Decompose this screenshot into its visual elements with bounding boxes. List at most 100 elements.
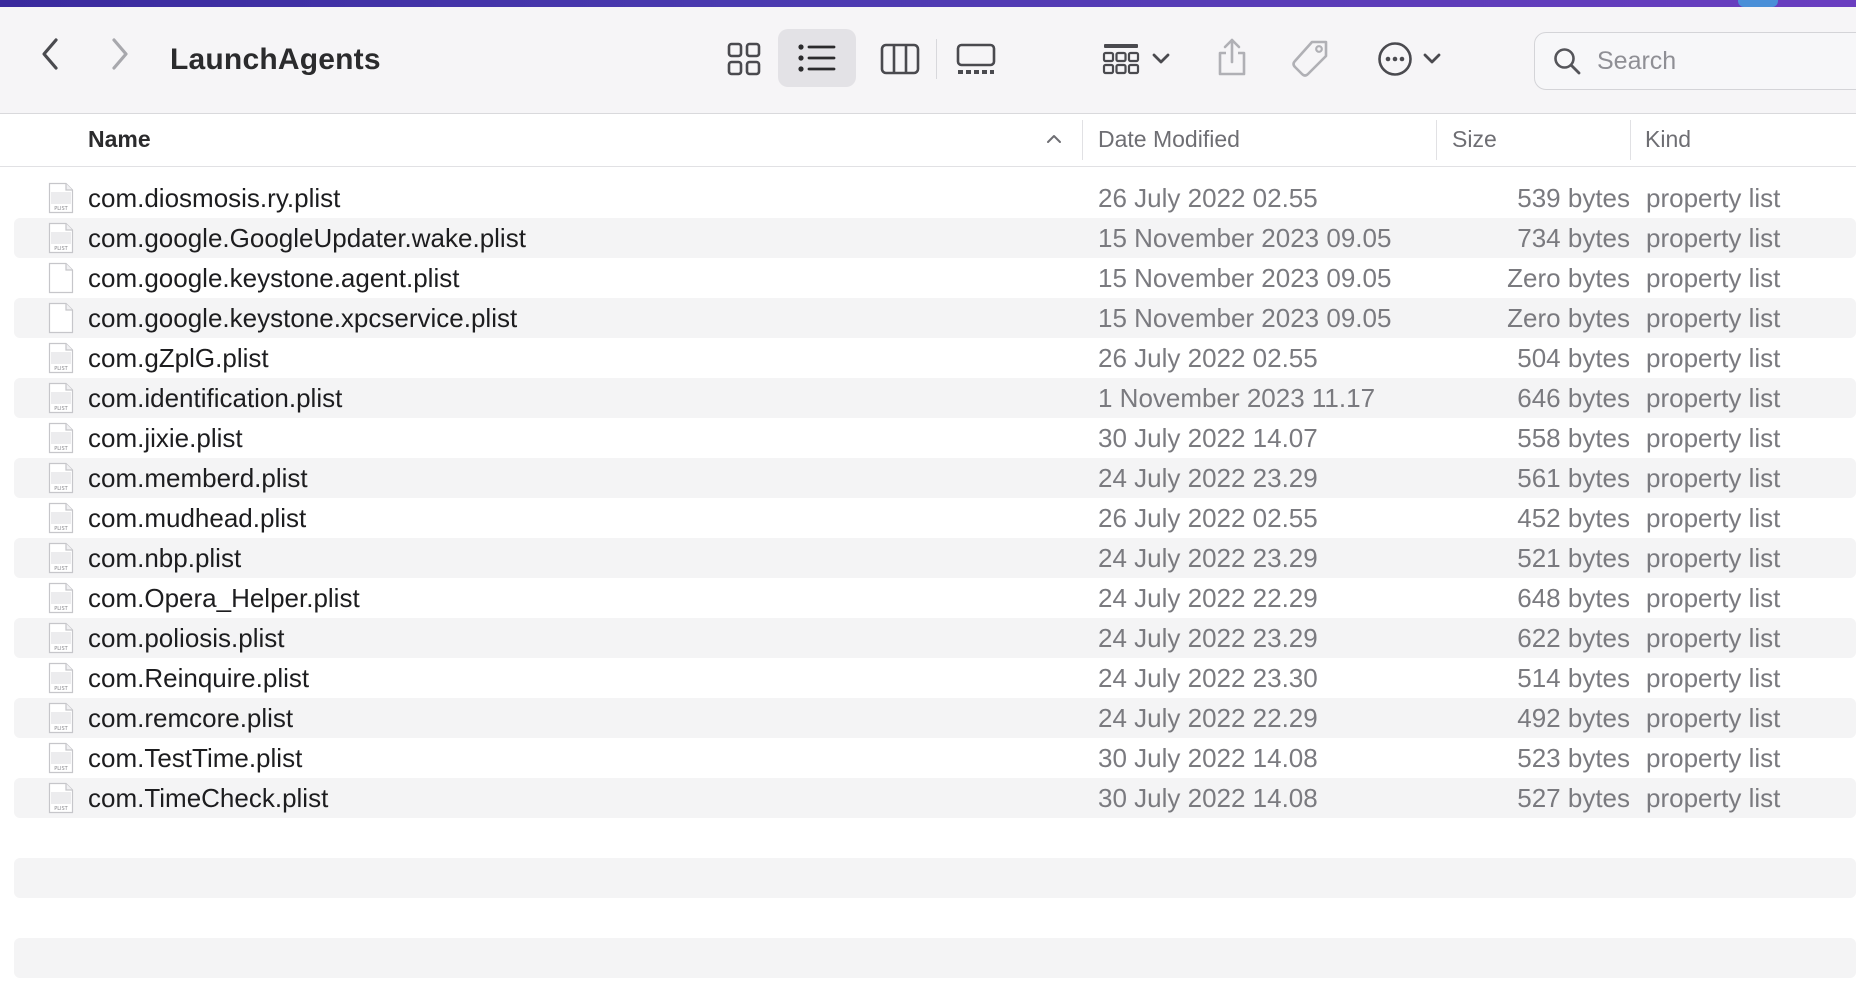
plist-file-icon: PLIST [48, 782, 74, 814]
plist-file-icon: PLIST [48, 702, 74, 734]
file-size: 622 bytes [1517, 623, 1630, 653]
file-row[interactable]: PLIST com.TimeCheck.plist 30 July 2022 14.… [14, 778, 1856, 818]
file-row[interactable]: PLIST com.remcore.plist 24 July 2022 22.29… [14, 698, 1856, 738]
column-date-header[interactable]: Date Modified [1098, 126, 1240, 153]
file-kind: property list [1646, 583, 1781, 613]
file-name: com.google.GoogleUpdater.wake.plist [88, 223, 526, 253]
file-date-modified: 15 November 2023 09.05 [1098, 223, 1392, 253]
forward-button[interactable] [100, 34, 140, 74]
sort-ascending-icon[interactable] [1046, 134, 1062, 144]
plist-file-icon: PLIST [48, 542, 74, 574]
file-row[interactable]: PLIST com.jixie.plist 30 July 2022 14.07 55… [14, 418, 1856, 458]
toolbar-separator [936, 39, 937, 79]
file-name: com.Reinquire.plist [88, 663, 310, 693]
share-icon [1218, 38, 1246, 76]
column-size-header[interactable]: Size [1452, 126, 1497, 153]
column-name-header[interactable]: Name [88, 126, 151, 153]
file-date-modified: 24 July 2022 22.29 [1098, 583, 1318, 613]
plist-file-icon: PLIST [48, 222, 74, 254]
svg-text:PLIST: PLIST [54, 446, 68, 452]
file-size: 514 bytes [1517, 663, 1630, 693]
file-name: com.diosmosis.ry.plist [88, 183, 341, 213]
more-actions-button[interactable] [1374, 31, 1444, 87]
back-button[interactable] [30, 34, 70, 74]
file-row[interactable]: PLIST com.gZplG.plist 26 July 2022 02.55 50… [14, 338, 1856, 378]
share-button[interactable] [1210, 29, 1254, 85]
file-row[interactable]: PLIST com.poliosis.plist 24 July 2022 23.2… [14, 618, 1856, 658]
window-top-band [0, 0, 1856, 7]
file-name: com.remcore.plist [88, 703, 294, 733]
file-size: 492 bytes [1517, 703, 1630, 733]
view-gallery-button[interactable] [948, 31, 1004, 87]
file-kind: property list [1646, 743, 1781, 773]
plist-file-icon: PLIST [48, 422, 74, 454]
search-field[interactable]: Search [1534, 32, 1856, 90]
column-divider[interactable] [1082, 120, 1083, 160]
file-kind: property list [1646, 223, 1781, 253]
file-date-modified: 30 July 2022 14.07 [1098, 423, 1318, 453]
file-row[interactable]: PLIST com.diosmosis.ry.plist 26 July 2022 … [14, 178, 1856, 218]
file-date-modified: 24 July 2022 22.29 [1098, 703, 1318, 733]
file-size: 504 bytes [1517, 343, 1630, 373]
file-name: com.Opera_Helper.plist [88, 583, 360, 613]
file-kind: property list [1646, 383, 1781, 413]
file-row[interactable]: PLIST com.mudhead.plist 26 July 2022 02.55… [14, 498, 1856, 538]
file-size: 539 bytes [1517, 183, 1630, 213]
column-header: Name Date Modified Size Kind [0, 114, 1856, 167]
file-size: 646 bytes [1517, 383, 1630, 413]
svg-text:PLIST: PLIST [54, 566, 68, 572]
blank-file-icon [48, 302, 74, 334]
file-name: com.google.keystone.agent.plist [88, 263, 460, 293]
file-date-modified: 1 November 2023 11.17 [1098, 383, 1376, 413]
plist-file-icon: PLIST [48, 622, 74, 654]
grid-icon [727, 42, 761, 76]
file-size: 452 bytes [1517, 503, 1630, 533]
list-icon [798, 44, 836, 72]
empty-row-stripe [14, 938, 1856, 978]
svg-text:PLIST: PLIST [54, 646, 68, 652]
file-name: com.TestTime.plist [88, 743, 303, 773]
file-size: Zero bytes [1507, 303, 1630, 333]
svg-text:PLIST: PLIST [54, 406, 68, 412]
search-input[interactable]: Search [1597, 47, 1676, 76]
blank-file-icon [48, 262, 74, 294]
file-row[interactable]: com.google.keystone.agent.plist 15 Novemb… [14, 258, 1856, 298]
column-divider[interactable] [1630, 120, 1631, 160]
file-row[interactable]: PLIST com.memberd.plist 24 July 2022 23.29… [14, 458, 1856, 498]
plist-file-icon: PLIST [48, 502, 74, 534]
svg-text:PLIST: PLIST [54, 366, 68, 372]
file-date-modified: 24 July 2022 23.29 [1098, 543, 1318, 573]
file-row[interactable]: PLIST com.TestTime.plist 30 July 2022 14.0… [14, 738, 1856, 778]
view-list-button[interactable] [778, 29, 856, 87]
file-row[interactable]: PLIST com.Opera_Helper.plist 24 July 2022 … [14, 578, 1856, 618]
file-size: 648 bytes [1517, 583, 1630, 613]
file-row[interactable]: PLIST com.google.GoogleUpdater.wake.plist… [14, 218, 1856, 258]
view-icon-button[interactable] [716, 31, 772, 87]
tag-button[interactable] [1286, 31, 1334, 87]
file-row[interactable]: com.google.keystone.xpcservice.plist 15 N… [14, 298, 1856, 338]
file-date-modified: 15 November 2023 09.05 [1098, 303, 1392, 333]
column-divider[interactable] [1436, 120, 1437, 160]
file-row[interactable]: PLIST com.identification.plist 1 November … [14, 378, 1856, 418]
file-row[interactable]: PLIST com.Reinquire.plist 24 July 2022 23.… [14, 658, 1856, 698]
group-button[interactable] [1098, 31, 1174, 87]
file-name: com.jixie.plist [88, 423, 243, 453]
file-kind: property list [1646, 703, 1781, 733]
file-kind: property list [1646, 263, 1781, 293]
file-row[interactable]: PLIST com.nbp.plist 24 July 2022 23.29 521 … [14, 538, 1856, 578]
plist-file-icon: PLIST [48, 662, 74, 694]
column-kind-header[interactable]: Kind [1645, 126, 1691, 153]
file-size: 558 bytes [1517, 423, 1630, 453]
file-kind: property list [1646, 663, 1781, 693]
file-size: 561 bytes [1517, 463, 1630, 493]
toolbar: LaunchAgents Search [0, 7, 1856, 114]
view-column-button[interactable] [872, 31, 928, 87]
file-date-modified: 24 July 2022 23.29 [1098, 623, 1318, 653]
svg-text:PLIST: PLIST [54, 686, 68, 692]
file-kind: property list [1646, 623, 1781, 653]
file-kind: property list [1646, 463, 1781, 493]
svg-text:PLIST: PLIST [54, 526, 68, 532]
svg-text:PLIST: PLIST [54, 806, 68, 812]
file-size: 734 bytes [1517, 223, 1630, 253]
file-date-modified: 26 July 2022 02.55 [1098, 343, 1318, 373]
